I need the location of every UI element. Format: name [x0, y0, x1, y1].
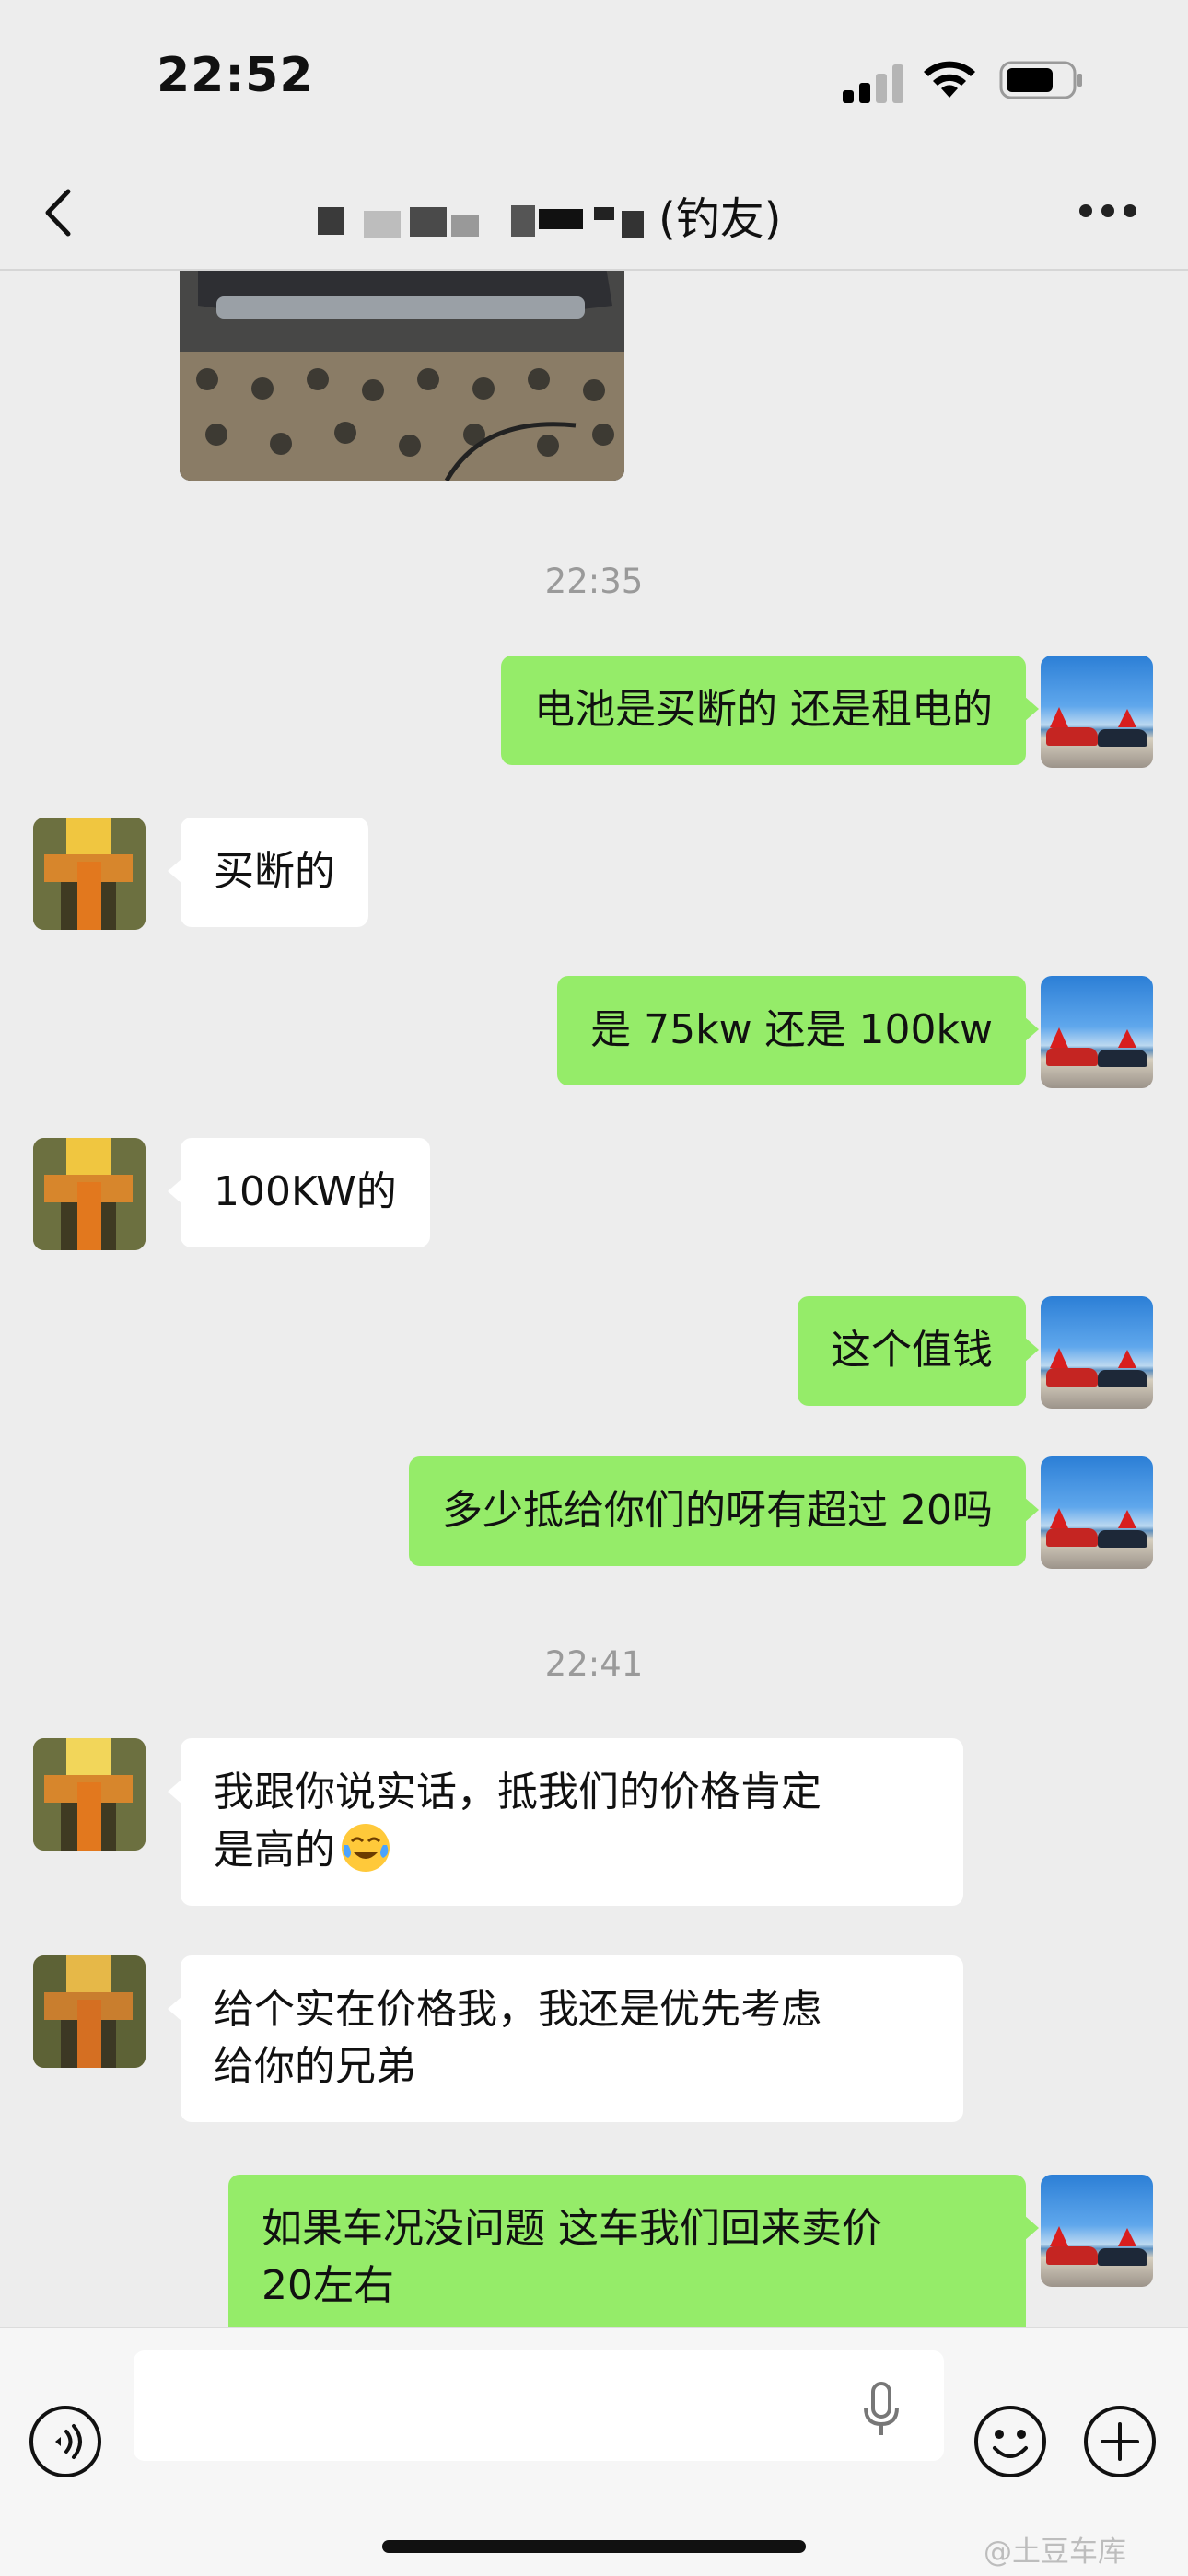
sent-message-bubble[interactable]: 多少抵给你们的呀有超过 20吗: [409, 1456, 1039, 1566]
more-icon[interactable]: [1079, 204, 1136, 221]
contact-avatar[interactable]: [33, 818, 146, 930]
my-avatar[interactable]: [1041, 1456, 1153, 1569]
mic-icon[interactable]: [856, 2380, 906, 2439]
message-list[interactable]: 22:35 电池是买断的 还是租电的 买断的 是 75kw 还是 100kw 1…: [0, 269, 1188, 2327]
signal-icon: [843, 63, 903, 103]
contact-avatar[interactable]: [33, 1138, 146, 1250]
plus-icon[interactable]: [1082, 2404, 1158, 2479]
pixelated-name-mask: [318, 205, 644, 238]
my-avatar[interactable]: [1041, 976, 1153, 1088]
home-indicator[interactable]: [382, 2540, 806, 2553]
chat-title-text: (钓友): [658, 193, 782, 245]
status-bar: 22:52: [0, 0, 1188, 157]
emoji-icon[interactable]: [973, 2404, 1048, 2479]
voice-icon[interactable]: [28, 2404, 103, 2479]
watermark: @土豆车库: [984, 2535, 1126, 2569]
crying-laughing-emoji-icon: [342, 1824, 390, 1872]
battery-icon: [999, 61, 1082, 99]
received-message-bubble[interactable]: 买断的: [168, 818, 368, 927]
car-photo: [180, 269, 624, 481]
contact-avatar[interactable]: [33, 1738, 146, 1851]
time-separator: 22:35: [544, 562, 644, 601]
received-message-bubble[interactable]: 100KW的: [168, 1138, 430, 1247]
chat-header: (钓友): [0, 157, 1188, 271]
my-avatar[interactable]: [1041, 656, 1153, 768]
sent-message-bubble[interactable]: 如果车况没问题 这车我们回来卖价 20左右: [228, 2175, 1039, 2327]
image-message[interactable]: [180, 269, 624, 481]
sent-message-bubble[interactable]: 是 75kw 还是 100kw: [557, 976, 1039, 1085]
received-message-bubble[interactable]: 给个实在价格我，我还是优先考虑 给你的兄弟: [168, 1955, 963, 2122]
wifi-icon: [924, 61, 975, 98]
my-avatar[interactable]: [1041, 2175, 1153, 2287]
received-message-bubble[interactable]: 我跟你说实话，抵我们的价格肯定 是高的: [168, 1738, 963, 1906]
message-text: 我跟你说实话，抵我们的价格肯定 是高的: [214, 1769, 821, 1874]
message-input[interactable]: [134, 2350, 944, 2461]
status-time: 22:52: [157, 48, 314, 103]
chat-title: (钓友): [318, 182, 781, 247]
my-avatar[interactable]: [1041, 1296, 1153, 1409]
sent-message-bubble[interactable]: 这个值钱: [798, 1296, 1039, 1406]
contact-avatar[interactable]: [33, 1955, 146, 2068]
back-icon[interactable]: [37, 184, 83, 241]
input-bar: @土豆车库: [0, 2327, 1188, 2576]
time-separator: 22:41: [544, 1644, 644, 1684]
sent-message-bubble[interactable]: 电池是买断的 还是租电的: [501, 656, 1039, 765]
